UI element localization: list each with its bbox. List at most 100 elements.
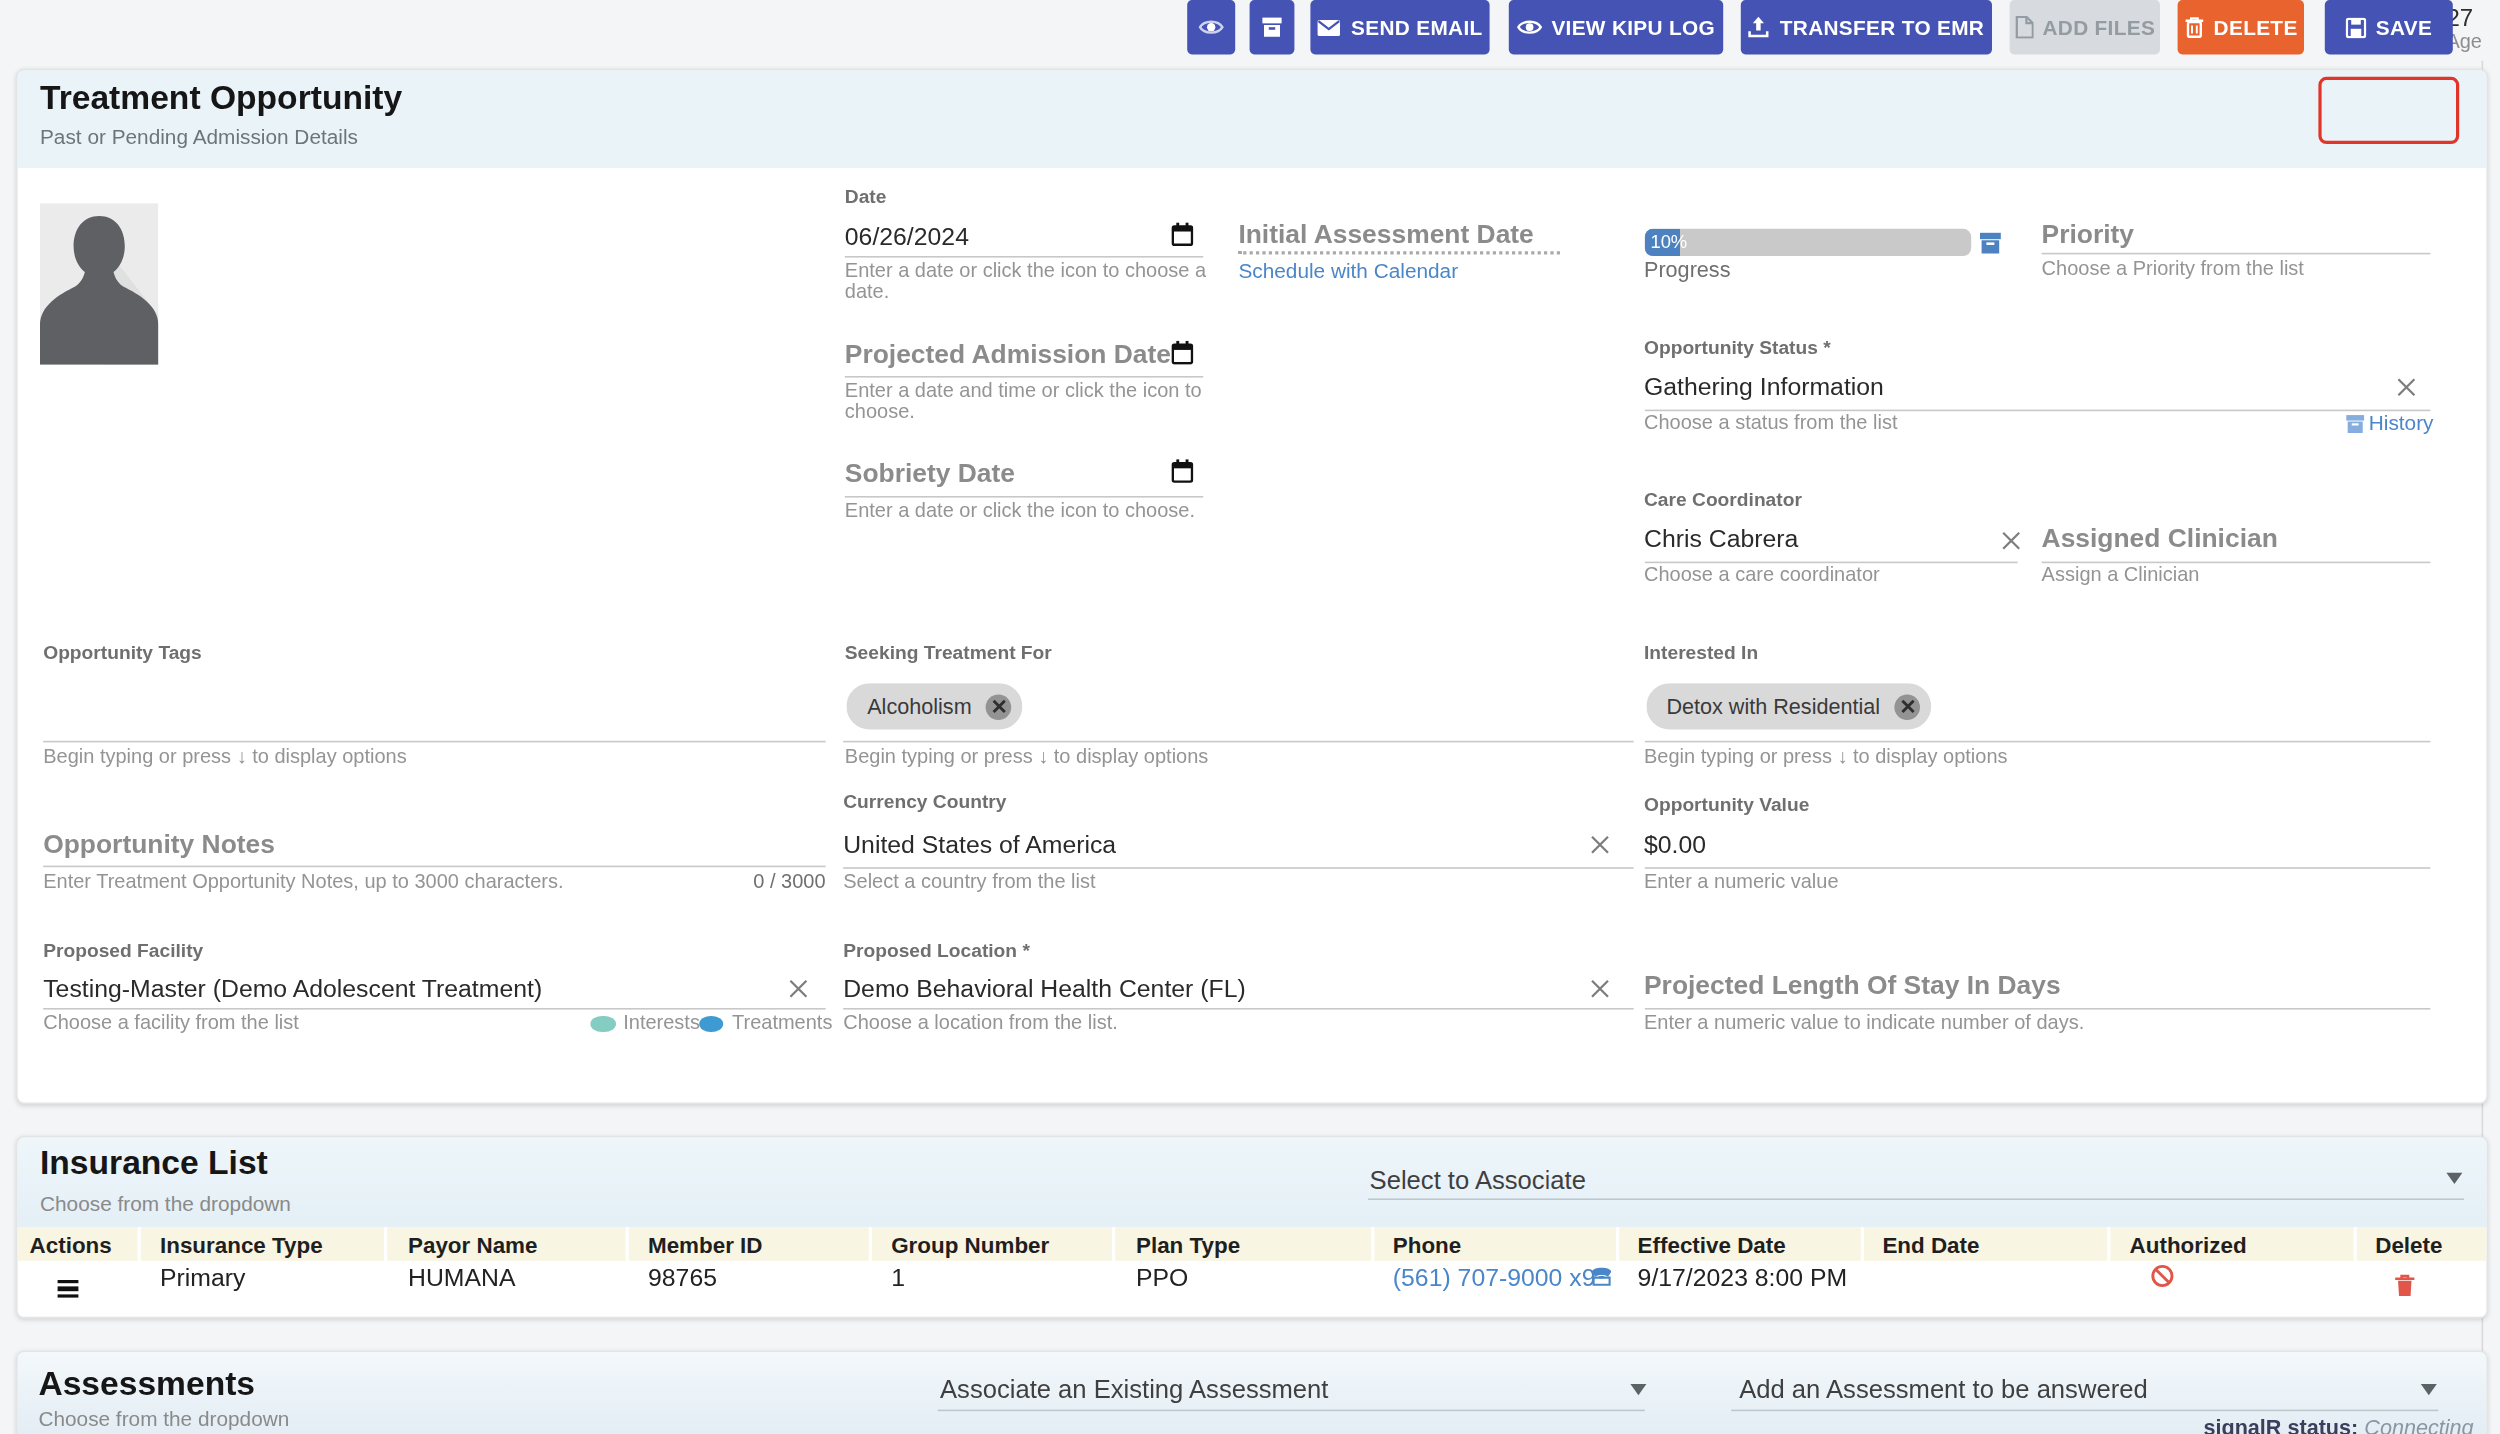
currency-country-label: Currency Country xyxy=(843,790,1006,812)
clear-status-icon[interactable] xyxy=(2394,375,2416,397)
proposed-location-label: Proposed Location * xyxy=(843,938,1030,960)
select-to-associate-dropdown[interactable]: Select to Associate xyxy=(1370,1166,1586,1195)
assigned-clinician-helper: Assign a Clinician xyxy=(2042,565,2200,587)
date-input[interactable]: 06/26/2024 xyxy=(845,222,969,251)
insurance-table-header xyxy=(17,1226,2486,1260)
col-group-number[interactable]: Group Number xyxy=(891,1231,1049,1257)
add-files-button[interactable]: ADD FILES xyxy=(2009,0,2160,54)
col-effective-date[interactable]: Effective Date xyxy=(1638,1231,1786,1257)
progress-history-icon[interactable] xyxy=(1979,231,2001,253)
chip-detox[interactable]: Detox with Residential xyxy=(1646,683,1932,729)
file-icon xyxy=(2014,16,2033,38)
assessments-title: Assessments xyxy=(38,1364,255,1402)
save-button-highlight xyxy=(2318,77,2459,144)
interests-label: Interests xyxy=(623,1012,700,1034)
calendar-icon[interactable] xyxy=(1170,459,1192,483)
assessments-subtitle: Choose from the dropdown xyxy=(38,1406,289,1430)
history-link[interactable]: History xyxy=(2369,411,2434,435)
cell-group-number: 1 xyxy=(891,1263,905,1292)
dropdown-caret-icon[interactable] xyxy=(2446,1173,2462,1184)
signalr-label: signalR status: xyxy=(2203,1416,2358,1434)
clear-facility-icon[interactable] xyxy=(787,978,809,1000)
treatments-dot xyxy=(698,1015,723,1032)
row-drag-handle[interactable] xyxy=(58,1280,79,1298)
page: 5/18/1997 DOB 27 Age Treatment Opportuni… xyxy=(0,0,2500,1434)
col-authorized[interactable]: Authorized xyxy=(2130,1231,2247,1257)
col-member-id[interactable]: Member ID xyxy=(648,1231,763,1257)
archive-icon xyxy=(1261,16,1283,38)
cell-payor-name: HUMANA xyxy=(408,1263,515,1292)
length-of-stay-label: Projected Length Of Stay In Days xyxy=(1644,969,2061,999)
care-coordinator-value[interactable]: Chris Cabrera xyxy=(1644,525,1798,554)
calendar-icon[interactable] xyxy=(1170,222,1192,246)
proposed-facility-value[interactable]: Testing-Master (Demo Adolescent Treatmen… xyxy=(43,974,542,1003)
insurance-subtitle: Choose from the dropdown xyxy=(40,1191,291,1215)
save-icon xyxy=(2345,17,2366,38)
upload-icon xyxy=(1748,16,1770,38)
send-email-button[interactable]: SEND EMAIL xyxy=(1310,0,1489,54)
opportunity-tags-label: Opportunity Tags xyxy=(43,641,202,663)
date-helper: Enter a date or click the icon to choose… xyxy=(845,260,1210,304)
schedule-with-calendar-link[interactable]: Schedule with Calendar xyxy=(1238,258,1458,282)
chip-remove-icon[interactable] xyxy=(1895,694,1921,720)
proposed-location-value[interactable]: Demo Behavioral Health Center (FL) xyxy=(843,974,1246,1003)
delete-label: DELETE xyxy=(2214,15,2298,39)
dropdown-caret-icon[interactable] xyxy=(1630,1383,1646,1394)
archive-button[interactable] xyxy=(1250,0,1295,54)
col-insurance-type[interactable]: Insurance Type xyxy=(160,1231,323,1257)
email-icon xyxy=(1317,18,1341,36)
proposed-facility-label: Proposed Facility xyxy=(43,938,203,960)
preview-button[interactable] xyxy=(1187,0,1235,54)
length-of-stay-helper: Enter a numeric value to indicate number… xyxy=(1644,1012,2084,1034)
associate-assessment-dropdown[interactable]: Associate an Existing Assessment xyxy=(940,1376,1328,1405)
row-delete-icon[interactable] xyxy=(2394,1274,2416,1298)
transfer-to-emr-button[interactable]: TRANSFER TO EMR xyxy=(1740,0,1992,54)
clear-care-coordinator-icon[interactable] xyxy=(2000,530,2022,552)
trash-icon xyxy=(2183,16,2204,38)
phone-icon[interactable] xyxy=(1590,1265,1612,1286)
chip-remove-icon[interactable] xyxy=(986,694,1012,720)
send-email-label: SEND EMAIL xyxy=(1351,15,1482,39)
opportunity-value-label: Opportunity Value xyxy=(1644,793,1809,815)
currency-country-value[interactable]: United States of America xyxy=(843,830,1116,859)
opportunity-status-value[interactable]: Gathering Information xyxy=(1644,372,1884,401)
chip-label: Alcoholism xyxy=(867,694,971,718)
treatments-label: Treatments xyxy=(732,1012,832,1034)
signalr-status: signalR status: Connecting xyxy=(2160,1416,2474,1434)
insurance-title: Insurance List xyxy=(40,1144,268,1182)
col-delete[interactable]: Delete xyxy=(2375,1231,2442,1257)
col-plan-type[interactable]: Plan Type xyxy=(1136,1231,1240,1257)
opportunity-value-input[interactable]: $0.00 xyxy=(1644,830,1706,859)
care-coordinator-label: Care Coordinator xyxy=(1644,487,1802,509)
proposed-location-helper: Choose a location from the list. xyxy=(843,1012,1118,1034)
seeking-treatment-helper: Begin typing or press ↓ to display optio… xyxy=(845,746,1209,768)
cell-phone-link[interactable]: (561) 707-9000 x9 xyxy=(1393,1263,1596,1292)
clear-currency-icon[interactable] xyxy=(1588,833,1610,855)
interests-dot xyxy=(590,1015,615,1032)
opportunity-notes-label: Opportunity Notes xyxy=(43,828,275,858)
view-kipu-log-button[interactable]: VIEW KIPU LOG xyxy=(1508,0,1723,54)
opportunity-status-helper: Choose a status from the list xyxy=(1644,413,1897,435)
col-phone[interactable]: Phone xyxy=(1393,1231,1461,1257)
progress-bar[interactable]: 10% xyxy=(1644,229,1971,255)
projected-admission-helper: Enter a date and time or click the icon … xyxy=(845,380,1216,424)
col-end-date[interactable]: End Date xyxy=(1882,1231,1979,1257)
chip-alcoholism[interactable]: Alcoholism xyxy=(846,683,1022,729)
calendar-icon[interactable] xyxy=(1170,341,1192,365)
clear-location-icon[interactable] xyxy=(1588,978,1610,1000)
priority-helper: Choose a Priority from the list xyxy=(2042,258,2304,280)
history-icon[interactable] xyxy=(2345,414,2364,433)
delete-button[interactable]: DELETE xyxy=(2177,0,2304,54)
eye-icon xyxy=(1198,18,1224,37)
projected-admission-date-label: Projected Admission Date xyxy=(845,338,1171,368)
assigned-clinician-label: Assigned Clinician xyxy=(2042,522,2278,552)
col-payor-name[interactable]: Payor Name xyxy=(408,1231,538,1257)
col-actions[interactable]: Actions xyxy=(30,1231,112,1257)
seeking-treatment-label: Seeking Treatment For xyxy=(845,641,1052,663)
save-button[interactable]: SAVE xyxy=(2325,0,2453,54)
add-assessment-dropdown[interactable]: Add an Assessment to be answered xyxy=(1739,1376,2147,1405)
proposed-facility-helper: Choose a facility from the list xyxy=(43,1012,299,1034)
dropdown-caret-icon[interactable] xyxy=(2420,1383,2436,1394)
opportunity-notes-helper: Enter Treatment Opportunity Notes, up to… xyxy=(43,871,563,893)
chip-label: Detox with Residential xyxy=(1666,694,1880,718)
